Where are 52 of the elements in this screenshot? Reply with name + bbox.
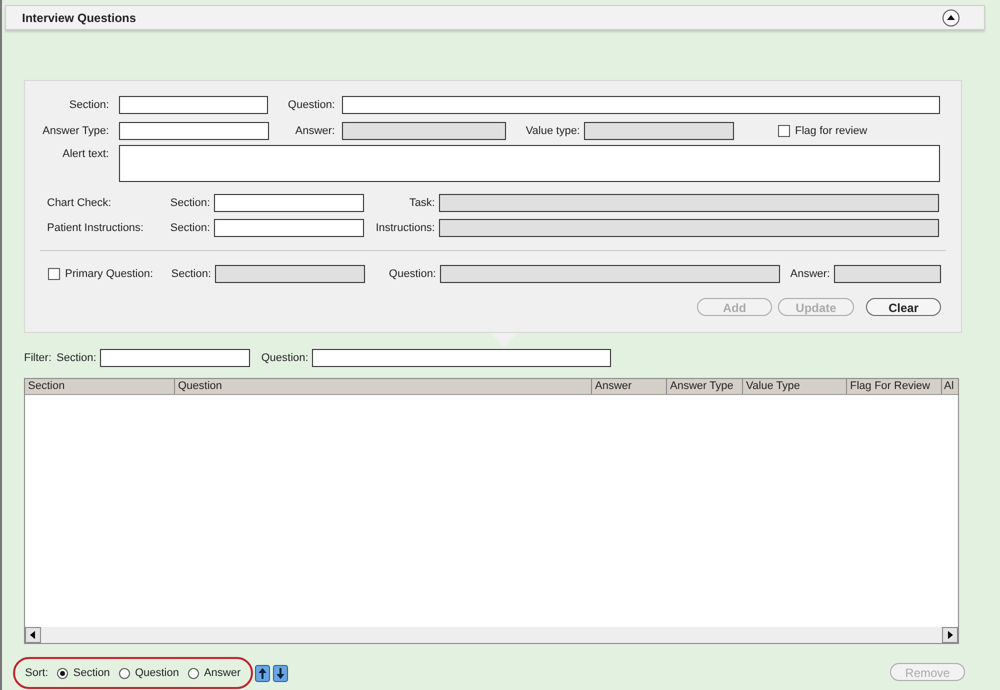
field-label: Section: [171, 266, 211, 282]
field-label: Value type: [524, 124, 580, 139]
input-field[interactable] [100, 349, 250, 367]
field-label: Flag for review [795, 124, 868, 139]
column-header[interactable]: Section [25, 379, 175, 394]
column-header[interactable]: Value Type [743, 379, 847, 394]
field-label: Chart Check: [47, 196, 112, 211]
field-label: Question [134, 666, 179, 681]
field-label: Answer: [294, 124, 335, 139]
collapse-toggle-icon[interactable] [942, 8, 960, 26]
input-field[interactable] [312, 349, 612, 367]
field-label: Section: [169, 196, 210, 211]
radio-button[interactable] [188, 668, 199, 678]
field-label: Answer Type: [42, 124, 109, 139]
column-header[interactable]: Question [175, 379, 592, 394]
field-label: Answer: [789, 266, 830, 282]
panel-title: Interview Questions [22, 10, 136, 26]
input-field[interactable] [119, 96, 268, 114]
field-label: Section: [68, 98, 109, 113]
field-label: Section: [169, 220, 210, 236]
field-label: Sort: [25, 666, 48, 681]
column-header[interactable]: Flag For Review [847, 379, 942, 394]
scroll-left-icon[interactable] [25, 627, 41, 643]
alert-text-field[interactable] [119, 145, 940, 182]
input-field[interactable] [214, 194, 364, 212]
field-label: Question: [261, 350, 308, 366]
column-header[interactable]: Al [942, 379, 958, 394]
input-field[interactable] [119, 122, 269, 140]
button[interactable]: Clear [866, 298, 941, 316]
horizontal-scrollbar[interactable] [25, 627, 958, 643]
radio-button[interactable] [118, 668, 130, 678]
arrow-up-icon[interactable] [254, 664, 270, 682]
field-label: Section: [56, 350, 96, 366]
field-label: Answer [204, 666, 241, 681]
scroll-right-icon[interactable] [942, 627, 958, 643]
field-label: Question: [286, 98, 335, 113]
field-label: Task: [408, 196, 435, 211]
field-label: Filter: [24, 350, 52, 366]
field-label: Primary Question: [65, 266, 154, 282]
field-label: Instructions: [374, 220, 435, 236]
input-field[interactable] [342, 96, 940, 114]
checkbox[interactable] [48, 268, 60, 280]
field-label: Alert text: [62, 147, 109, 162]
field-label: Question: [388, 266, 436, 282]
column-header[interactable]: Answer Type [667, 379, 743, 394]
checkbox[interactable] [778, 125, 790, 137]
field-label: Patient Instructions: [47, 220, 145, 236]
radio-button[interactable] [57, 668, 68, 678]
input-field[interactable] [214, 219, 364, 237]
arrow-down-icon[interactable] [272, 664, 288, 682]
column-header[interactable]: Answer [592, 379, 667, 394]
field-label: Section [73, 666, 110, 681]
